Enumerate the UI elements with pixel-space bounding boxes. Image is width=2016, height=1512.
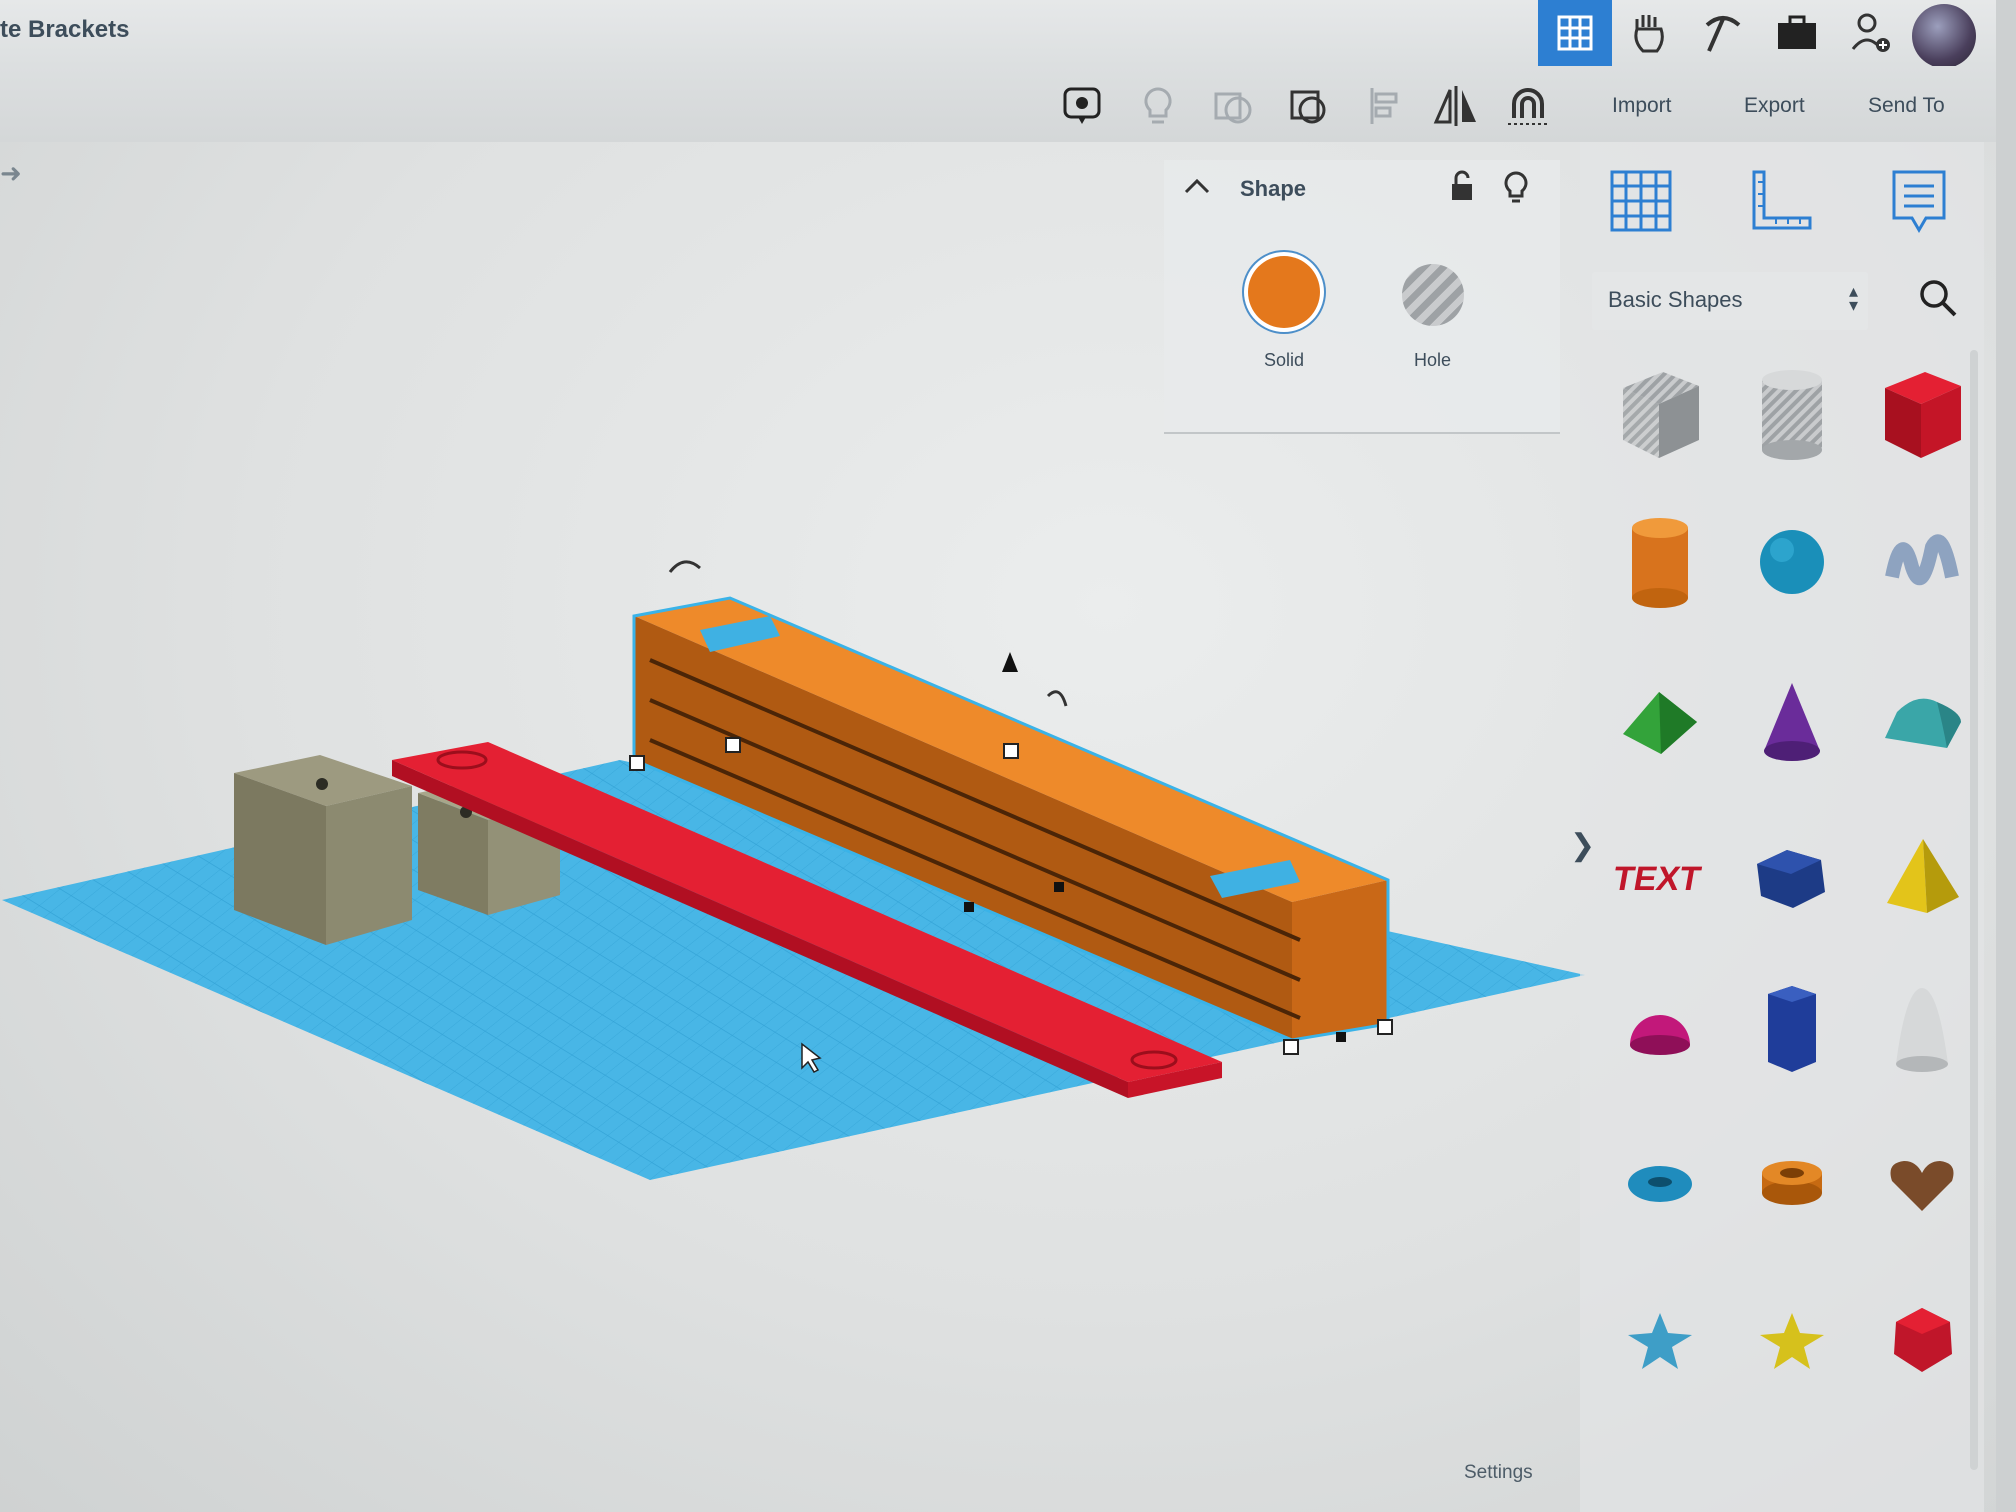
- mirror-icon[interactable]: [1430, 80, 1482, 132]
- shape-torus[interactable]: [1598, 1114, 1722, 1254]
- search-icon[interactable]: [1918, 278, 1958, 323]
- ruler-icon[interactable]: [1746, 166, 1816, 236]
- hint-bulb-icon[interactable]: [1132, 80, 1184, 132]
- shape-roof[interactable]: [1598, 652, 1722, 792]
- shape-sphere[interactable]: [1730, 492, 1854, 632]
- hole-swatch[interactable]: [1402, 264, 1464, 326]
- send-to-button[interactable]: Send To: [1868, 94, 1945, 118]
- shape-tube[interactable]: [1730, 1114, 1854, 1254]
- grey-box-large[interactable]: [234, 755, 412, 945]
- briefcase-icon[interactable]: [1760, 0, 1834, 66]
- shape-heart[interactable]: [1860, 1114, 1984, 1254]
- inspector-title: Shape: [1240, 176, 1307, 201]
- visibility-bulb-icon[interactable]: [1502, 170, 1530, 211]
- solid-label: Solid: [1264, 350, 1305, 370]
- tinker-hand-icon[interactable]: [1612, 0, 1686, 66]
- hole-label: Hole: [1414, 350, 1452, 370]
- shape-scribble[interactable]: [1860, 492, 1984, 632]
- shape-round-roof[interactable]: [1860, 652, 1984, 792]
- add-user-icon[interactable]: [1834, 0, 1908, 66]
- shape-cone[interactable]: [1730, 652, 1854, 792]
- pickaxe-icon[interactable]: [1686, 0, 1760, 66]
- top-icon-group: [1538, 0, 1908, 66]
- cruise-icon[interactable]: [1502, 80, 1554, 132]
- group-icon[interactable]: [1206, 80, 1258, 132]
- library-scrollbar[interactable]: [1970, 350, 1978, 1470]
- shape-polygon[interactable]: [1730, 806, 1854, 946]
- shape-star-yellow[interactable]: [1730, 1270, 1854, 1410]
- design-title[interactable]: te Brackets: [0, 16, 129, 44]
- category-label: Basic Shapes: [1608, 287, 1743, 312]
- comment-view-icon[interactable]: [1056, 80, 1108, 132]
- panel-collapse-arrow-icon[interactable]: ❯: [1570, 828, 1595, 863]
- collapse-caret-icon[interactable]: [1182, 174, 1212, 203]
- ungroup-icon[interactable]: [1282, 80, 1334, 132]
- shape-star[interactable]: [1598, 1270, 1722, 1410]
- workplane-icon[interactable]: [1606, 166, 1676, 236]
- shape-icosahedron[interactable]: [1860, 1270, 1984, 1410]
- user-avatar[interactable]: [1912, 4, 1976, 68]
- shape-box-hole[interactable]: [1598, 344, 1722, 484]
- rotate-handle-icon[interactable]: [1046, 690, 1068, 707]
- shape-pyramid[interactable]: [1860, 806, 1984, 946]
- grid-view-icon[interactable]: [1538, 0, 1612, 66]
- dropdown-arrows-icon: ▴ ▾: [1848, 281, 1858, 315]
- settings-link[interactable]: Settings: [1464, 1462, 1533, 1484]
- top-bar: te Brackets: [0, 0, 2016, 68]
- shape-text[interactable]: TEXT: [1598, 806, 1722, 946]
- lock-icon[interactable]: [1448, 170, 1476, 209]
- edit-toolbar: ➜: [0, 66, 2016, 188]
- align-icon[interactable]: [1358, 80, 1410, 132]
- shape-box[interactable]: [1860, 344, 1984, 484]
- redo-arrow-icon[interactable]: ➜: [0, 158, 22, 189]
- shape-half-sphere[interactable]: [1598, 960, 1722, 1100]
- shape-category-dropdown[interactable]: Basic Shapes ▴ ▾: [1592, 272, 1868, 330]
- shape-hexagonal-prism[interactable]: [1730, 960, 1854, 1100]
- rotate-handle-icon[interactable]: [668, 560, 701, 573]
- solid-color-swatch[interactable]: [1248, 256, 1320, 328]
- notes-icon[interactable]: [1884, 166, 1954, 236]
- import-button[interactable]: Import: [1612, 94, 1672, 118]
- shape-paraboloid[interactable]: [1860, 960, 1984, 1100]
- shape-cylinder-hole[interactable]: [1730, 344, 1854, 484]
- right-edge-strip: [1996, 0, 2016, 1512]
- shape-inspector-panel: Shape Solid Hole: [1164, 160, 1560, 434]
- export-button[interactable]: Export: [1744, 94, 1805, 118]
- shape-cylinder[interactable]: [1598, 492, 1722, 632]
- svg-text:TEXT: TEXT: [1615, 860, 1704, 898]
